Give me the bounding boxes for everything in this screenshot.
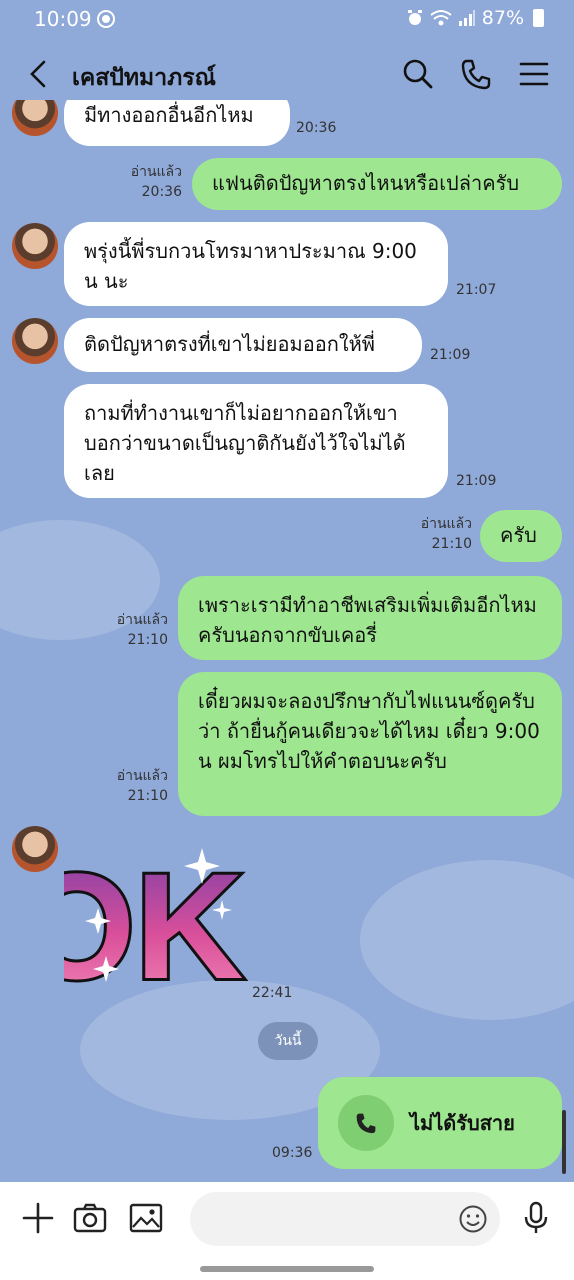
message-meta: อ่านแล้ว 21:10: [117, 766, 168, 806]
status-bar: 10:09 87%: [0, 0, 574, 38]
message-text: มีทางออกอื่นอีกไหม: [84, 103, 254, 127]
message-meta: อ่านแล้ว 20:36: [131, 162, 182, 202]
read-receipt: อ่านแล้ว: [116, 612, 168, 628]
message-text: ถามที่ทำงานเขาก็ไม่อยากออกให้เขา บอกว่าข…: [84, 401, 406, 485]
message-time: 21:07: [456, 282, 497, 298]
message-time: 20:36: [141, 184, 182, 200]
date-divider: วันนี้: [258, 1022, 318, 1060]
message-text: เพราะเรามีทำอาชีพเสริมเพิ่มเติมอีกไหมครั…: [198, 593, 537, 647]
message-text: เดี๋ยวผมจะลองปรึกษากับไฟแนนซ์ดูครับว่า ถ…: [198, 689, 540, 773]
home-indicator[interactable]: [200, 1266, 374, 1272]
contact-avatar[interactable]: [12, 318, 58, 364]
message-time: 09:36: [272, 1145, 313, 1161]
message-meta: อ่านแล้ว 21:10: [117, 610, 168, 650]
message-bubble-out[interactable]: แฟนติดปัญหาตรงไหนหรือเปล่าครับ: [192, 158, 562, 210]
contact-avatar[interactable]: [12, 100, 58, 136]
chrome-icon: [97, 10, 115, 28]
message-bubble-in[interactable]: ถามที่ทำงานเขาก็ไม่อยากออกให้เขา บอกว่าข…: [64, 384, 448, 498]
message-time: 21:10: [127, 788, 168, 804]
chat-area[interactable]: มีทางออกอื่นอีกไหม 20:36 อ่านแล้ว 20:36 แ…: [0, 100, 574, 1182]
message-time: 20:36: [296, 120, 337, 136]
emoji-icon[interactable]: [458, 1204, 488, 1234]
message-bubble-in[interactable]: ติดปัญหาตรงที่เขาไม่ยอมออกให้พี่: [64, 318, 422, 372]
message-time: 22:41: [252, 985, 293, 1001]
menu-icon[interactable]: [516, 56, 552, 92]
message-input[interactable]: [190, 1192, 500, 1246]
battery-icon: [533, 9, 544, 27]
contact-avatar[interactable]: [12, 826, 58, 872]
ok-sticker[interactable]: OK!: [64, 838, 248, 998]
message-time: 21:10: [431, 536, 472, 552]
message-text: ติดปัญหาตรงที่เขาไม่ยอมออกให้พี่: [84, 332, 375, 356]
alarm-icon: [407, 10, 422, 25]
input-bar: [0, 1182, 574, 1280]
read-receipt: อ่านแล้ว: [420, 516, 472, 532]
wifi-icon: [430, 10, 452, 26]
status-right: 87%: [406, 7, 544, 29]
camera-icon[interactable]: [72, 1200, 108, 1236]
message-bubble-out[interactable]: เดี๋ยวผมจะลองปรึกษากับไฟแนนซ์ดูครับว่า ถ…: [178, 672, 562, 816]
search-icon[interactable]: [400, 56, 436, 92]
phone-icon[interactable]: [458, 56, 494, 92]
contact-avatar[interactable]: [12, 223, 58, 269]
message-time: 21:10: [127, 632, 168, 648]
message-bubble-out[interactable]: ครับ: [480, 510, 562, 562]
back-arrow-icon[interactable]: [22, 56, 58, 92]
scrollbar[interactable]: [562, 1110, 566, 1174]
message-time: 21:09: [456, 473, 497, 489]
plus-icon[interactable]: [20, 1200, 56, 1236]
message-bubble-in[interactable]: มีทางออกอื่นอีกไหม: [64, 100, 290, 146]
microphone-icon[interactable]: [518, 1200, 554, 1236]
battery-percent: 87%: [481, 7, 524, 29]
message-time: 21:09: [430, 347, 471, 363]
message-text: ครับ: [500, 523, 537, 547]
message-bubble-out[interactable]: เพราะเรามีทำอาชีพเสริมเพิ่มเติมอีกไหมครั…: [178, 576, 562, 660]
missed-call-bubble[interactable]: ไม่ได้รับสาย: [318, 1077, 562, 1169]
message-bubble-in[interactable]: พรุ่งนี้พี่รบกวนโทรมาหาประมาณ 9:00 น นะ: [64, 222, 448, 306]
read-receipt: อ่านแล้ว: [116, 768, 168, 784]
missed-call-label: ไม่ได้รับสาย: [410, 1111, 515, 1135]
message-text: แฟนติดปัญหาตรงไหนหรือเปล่าครับ: [212, 171, 520, 195]
status-time: 10:09: [34, 7, 92, 31]
message-text: พรุ่งนี้พี่รบกวนโทรมาหาประมาณ 9:00 น นะ: [84, 239, 417, 293]
signal-icon: [458, 10, 475, 26]
phone-call-icon: [338, 1095, 394, 1151]
image-icon[interactable]: [128, 1200, 164, 1236]
message-meta: อ่านแล้ว 21:10: [421, 514, 472, 554]
read-receipt: อ่านแล้ว: [130, 164, 182, 180]
chat-title: เคสปัทมาภรณ์: [72, 65, 216, 91]
